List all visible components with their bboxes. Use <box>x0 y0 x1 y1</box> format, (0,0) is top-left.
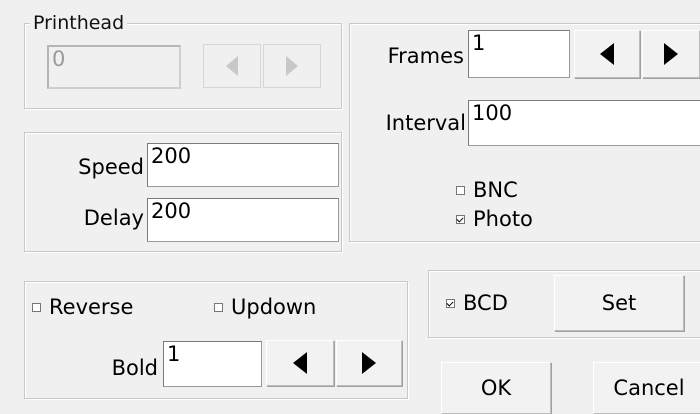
speed-label: Speed <box>78 155 144 179</box>
bnc-label: BNC <box>473 178 518 202</box>
ok-button[interactable]: OK <box>441 362 551 414</box>
speed-field[interactable]: 200 <box>147 143 339 187</box>
left-arrow-icon <box>226 56 238 76</box>
reverse-label: Reverse <box>49 295 134 319</box>
interval-field[interactable]: 100 <box>468 100 700 146</box>
left-arrow-icon <box>600 43 614 65</box>
set-button[interactable]: Set <box>554 275 684 331</box>
bnc-checkbox-box[interactable] <box>456 185 465 195</box>
bold-field[interactable]: 1 <box>163 341 262 387</box>
updown-checkbox[interactable]: Updown <box>214 294 316 320</box>
photo-label: Photo <box>473 207 533 231</box>
bold-label: Bold <box>111 356 158 380</box>
reverse-checkbox-box[interactable] <box>32 302 41 312</box>
bold-prev-button[interactable] <box>266 340 334 386</box>
right-arrow-icon <box>664 43 678 65</box>
printhead-next-button <box>263 44 321 88</box>
right-arrow-icon <box>362 352 376 374</box>
frames-next-button[interactable] <box>642 30 700 78</box>
updown-checkbox-box[interactable] <box>214 302 223 312</box>
right-arrow-icon <box>286 56 298 76</box>
updown-label: Updown <box>231 295 317 319</box>
bold-next-button[interactable] <box>336 340 402 386</box>
reverse-checkbox[interactable]: Reverse <box>32 294 133 320</box>
frames-prev-button[interactable] <box>574 30 640 78</box>
interval-label: Interval <box>385 111 466 135</box>
left-arrow-icon <box>293 352 307 374</box>
cancel-button[interactable]: Cancel <box>593 362 700 414</box>
photo-checkbox[interactable]: Photo <box>456 206 533 232</box>
bcd-checkbox[interactable]: BCD <box>446 290 508 316</box>
delay-field[interactable]: 200 <box>147 198 339 242</box>
bcd-label: BCD <box>463 291 508 315</box>
printhead-group-title: Printhead <box>30 12 128 34</box>
frames-label: Frames <box>387 44 464 68</box>
bnc-checkbox[interactable]: BNC <box>456 177 518 203</box>
delay-label: Delay <box>83 206 144 230</box>
printhead-prev-button <box>203 44 261 88</box>
frames-field[interactable]: 1 <box>468 30 570 78</box>
bcd-checkbox-box[interactable] <box>446 298 455 308</box>
photo-checkbox-box[interactable] <box>456 214 465 224</box>
printhead-field: 0 <box>47 45 181 89</box>
